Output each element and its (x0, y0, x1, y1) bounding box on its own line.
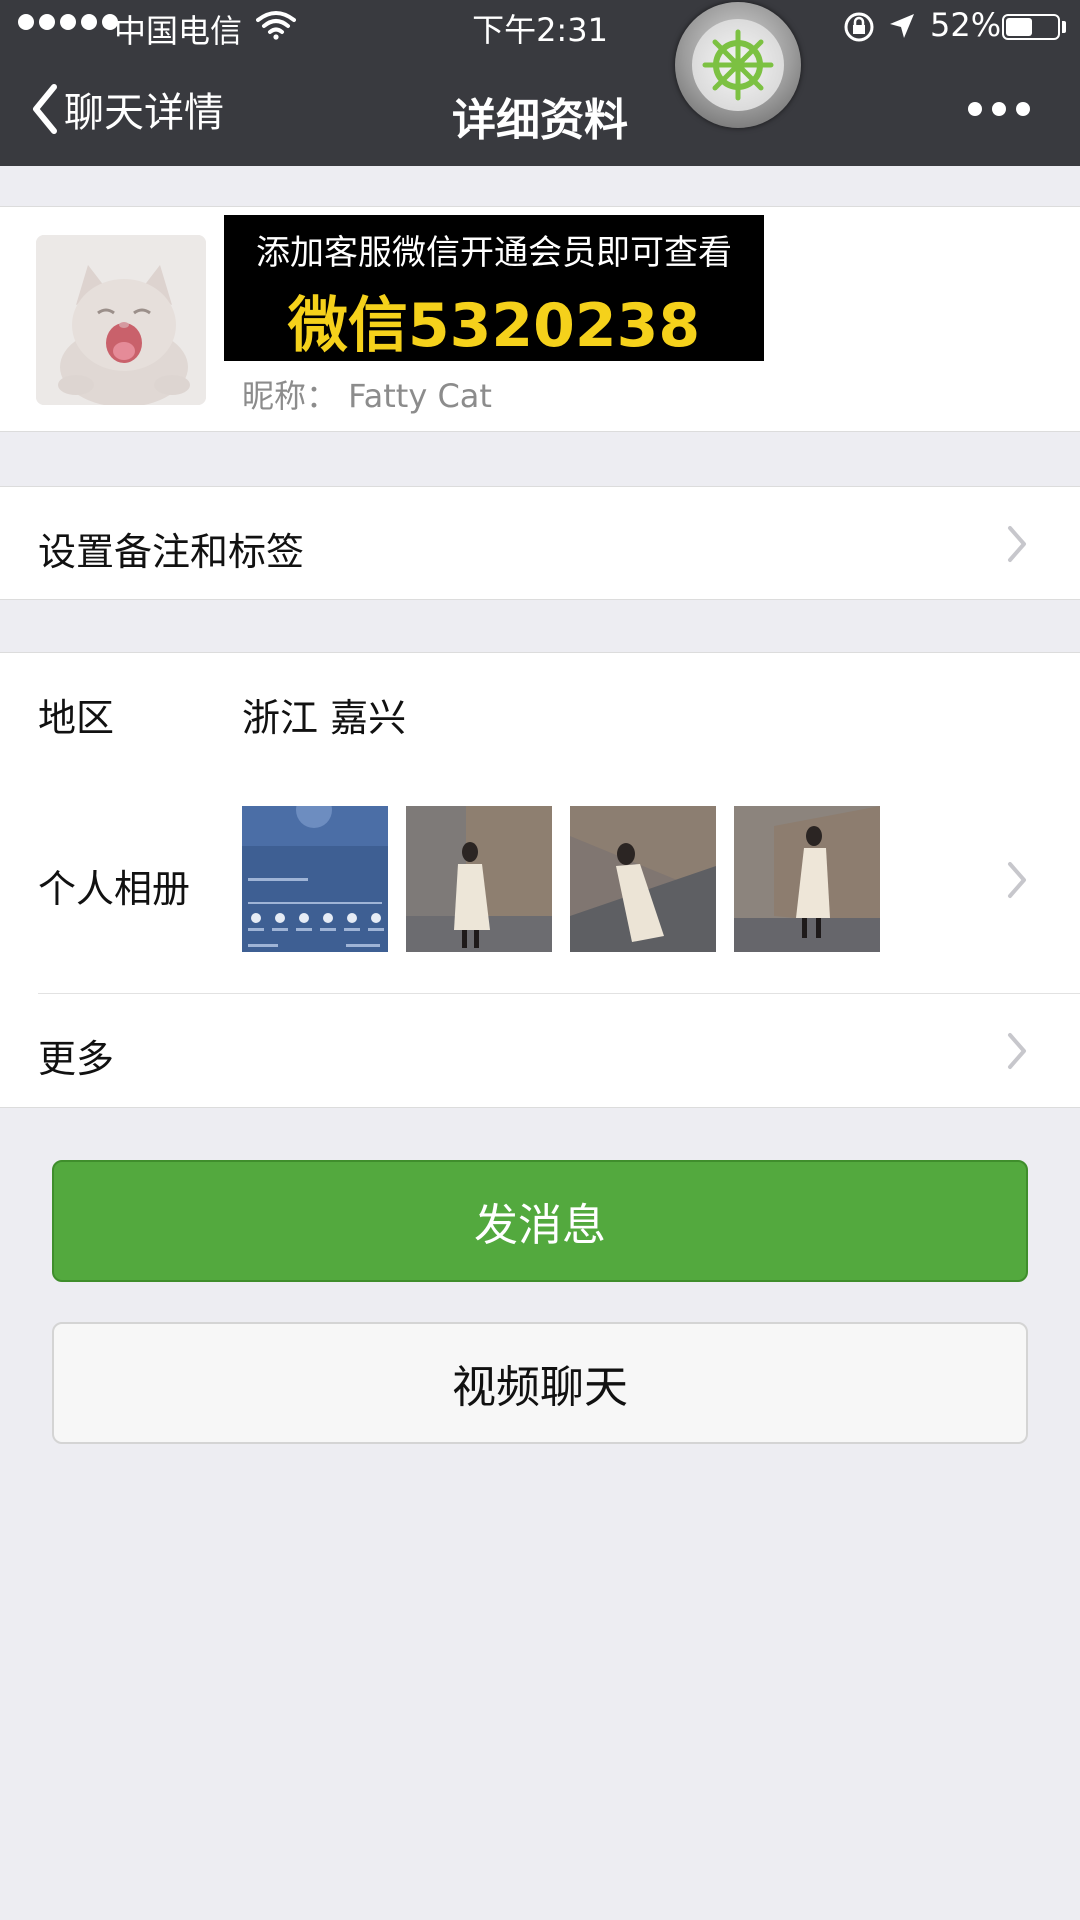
chevron-right-icon (1008, 526, 1026, 562)
album-thumbnails (242, 806, 880, 952)
video-chat-button[interactable]: 视频聊天 (52, 1322, 1028, 1444)
promo-banner: 添加客服微信开通会员即可查看 微信5320238 (224, 215, 764, 361)
avatar[interactable] (36, 235, 206, 405)
page-title: 详细资料 (452, 95, 628, 146)
status-time: 下午2:31 (472, 11, 608, 49)
more-label: 更多 (38, 1037, 115, 1081)
send-message-button[interactable]: 发消息 (52, 1160, 1028, 1282)
profile-screen: 中国电信 下午2:31 52% 聊天详情 详细资料 添加客服微信开通会员即可查看… (0, 0, 1080, 1920)
more-dot (1016, 102, 1030, 116)
profile-card: 添加客服微信开通会员即可查看 微信5320238 昵称： Fatty Cat (0, 206, 1080, 432)
kitten-avatar-image (36, 235, 206, 405)
battery-percent: 52% (930, 6, 1002, 44)
location-arrow-icon (890, 14, 914, 38)
more-dot (992, 102, 1006, 116)
nickname: 昵称： Fatty Cat (242, 377, 492, 415)
chevron-right-icon (1008, 1033, 1026, 1069)
region-label: 地区 (38, 696, 115, 740)
album-thumbnail-photo-1[interactable] (406, 806, 552, 952)
region-value: 浙江 嘉兴 (242, 696, 407, 740)
top-bar: 中国电信 下午2:31 52% 聊天详情 详细资料 (0, 0, 1080, 166)
status-bar: 中国电信 下午2:31 52% (0, 0, 1080, 56)
album-thumbnail-weather[interactable] (242, 806, 388, 952)
ship-wheel-icon (702, 29, 774, 101)
battery-icon (1002, 14, 1060, 40)
promo-text: 添加客服微信开通会员即可查看 (256, 233, 732, 273)
more-options-button[interactable] (968, 102, 1030, 116)
region-row: 地区 浙江 嘉兴 (0, 652, 1080, 766)
more-row[interactable]: 更多 (0, 994, 1080, 1108)
battery-level (1006, 18, 1032, 36)
navigation-bar: 聊天详情 详细资料 (0, 56, 1080, 166)
promo-wechat-id: 微信5320238 (287, 291, 701, 361)
floating-helm-button[interactable] (675, 2, 801, 128)
album-label: 个人相册 (38, 867, 191, 911)
personal-album-row[interactable]: 个人相册 (0, 766, 1080, 994)
album-thumbnail-photo-3[interactable] (734, 806, 880, 952)
chevron-right-icon (1008, 862, 1026, 898)
more-dot (968, 102, 982, 116)
set-remark-tags-row[interactable]: 设置备注和标签 (0, 486, 1080, 600)
album-thumbnail-photo-2[interactable] (570, 806, 716, 952)
battery-cap (1062, 21, 1066, 33)
rotation-lock-icon (844, 12, 874, 42)
remark-tags-label: 设置备注和标签 (38, 530, 305, 574)
